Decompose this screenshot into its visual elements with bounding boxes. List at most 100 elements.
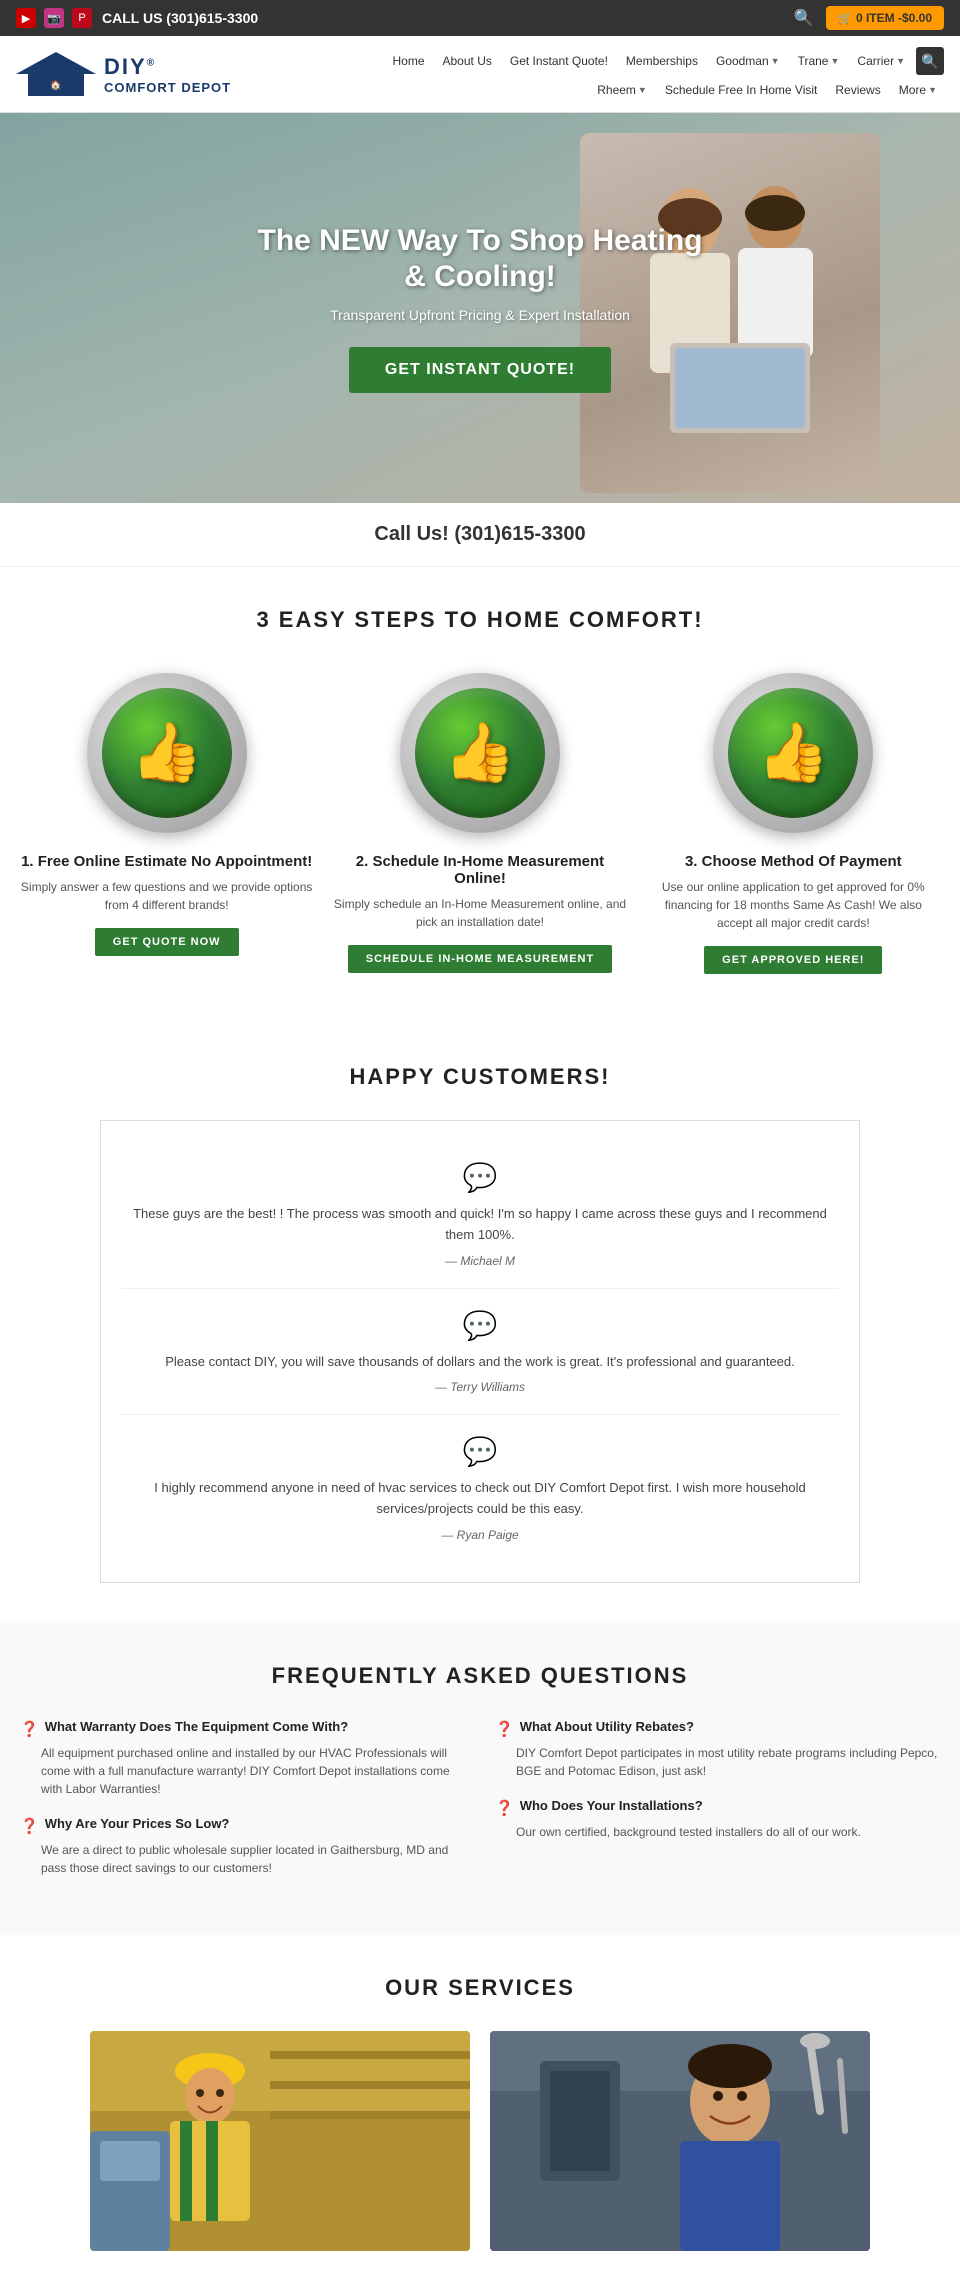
hero-section: The NEW Way To Shop Heating & Cooling! T… bbox=[0, 113, 960, 503]
tools-svg bbox=[490, 2031, 870, 2251]
step-2-button[interactable]: SCHEDULE IN-HOME MEASUREMENT bbox=[348, 945, 612, 973]
testimonial-2: 💬 Please contact DIY, you will save thou… bbox=[121, 1289, 839, 1416]
worker-svg bbox=[90, 2031, 470, 2251]
nav-schedule[interactable]: Schedule Free In Home Visit bbox=[658, 79, 825, 101]
faq-item-1: ❓ What Warranty Does The Equipment Come … bbox=[20, 1719, 465, 1798]
logo-brand: DIY® COMFORT DEPOT bbox=[104, 54, 231, 95]
thumbs-up-1: 👍 bbox=[131, 719, 203, 787]
faq-icon-3: ❓ bbox=[495, 1720, 514, 1738]
tools-image bbox=[490, 2031, 870, 2251]
goodman-chevron: ▼ bbox=[771, 56, 780, 66]
thumbs-up-2: 👍 bbox=[444, 719, 516, 787]
testimonials-title: HAPPY CUSTOMERS! bbox=[20, 1064, 940, 1090]
worker-image bbox=[90, 2031, 470, 2251]
logo-body: 🏠 bbox=[28, 74, 84, 96]
step-1-icon-inner: 👍 bbox=[102, 688, 232, 818]
pinterest-icon[interactable]: P bbox=[72, 8, 92, 28]
steps-title: 3 EASY STEPS TO HOME COMFORT! bbox=[20, 607, 940, 633]
faq-question-4: ❓ Who Does Your Installations? bbox=[495, 1798, 940, 1817]
testimonial-3-author: — Ryan Paige bbox=[121, 1528, 839, 1542]
step-2-card: 👍 2. Schedule In-Home Measurement Online… bbox=[333, 673, 626, 974]
faq-icon-2: ❓ bbox=[20, 1817, 39, 1835]
social-links: ▶ 📷 P bbox=[16, 8, 92, 28]
quote-icon-3: 💬 bbox=[121, 1435, 839, 1468]
hero-title: The NEW Way To Shop Heating & Cooling! bbox=[250, 223, 710, 295]
faq-question-3: ❓ What About Utility Rebates? bbox=[495, 1719, 940, 1738]
call-section: Call Us! (301)615-3300 bbox=[0, 503, 960, 567]
instagram-icon[interactable]: 📷 bbox=[44, 8, 64, 28]
nav-rheem[interactable]: Rheem ▼ bbox=[590, 79, 654, 101]
step-2-icon-wrap: 👍 bbox=[400, 673, 560, 833]
step-3-button[interactable]: GET APPROVED HERE! bbox=[704, 946, 882, 974]
step-2-icon-inner: 👍 bbox=[415, 688, 545, 818]
step-3-number: 3. Choose Method Of Payment bbox=[685, 853, 902, 870]
top-bar-left: ▶ 📷 P CALL US (301)615-3300 bbox=[16, 8, 258, 28]
youtube-icon[interactable]: ▶ bbox=[16, 8, 36, 28]
quote-icon-2: 💬 bbox=[121, 1309, 839, 1342]
faq-answer-2: We are a direct to public wholesale supp… bbox=[20, 1841, 465, 1877]
faq-item-4: ❓ Who Does Your Installations? Our own c… bbox=[495, 1798, 940, 1841]
faq-col-2: ❓ What About Utility Rebates? DIY Comfor… bbox=[495, 1719, 940, 1895]
nav-carrier[interactable]: Carrier ▼ bbox=[850, 50, 912, 72]
nav-row-1: Home About Us Get Instant Quote! Members… bbox=[385, 47, 944, 75]
hero-subtitle: Transparent Upfront Pricing & Expert Ins… bbox=[250, 307, 710, 323]
steps-section: 3 EASY STEPS TO HOME COMFORT! 👍 1. Free … bbox=[0, 567, 960, 1024]
nav-reviews[interactable]: Reviews bbox=[828, 79, 887, 101]
nav-home[interactable]: Home bbox=[385, 50, 431, 72]
cart-button[interactable]: 🛒 0 ITEM -$0.00 bbox=[826, 6, 944, 30]
trane-chevron: ▼ bbox=[830, 56, 839, 66]
hero-content: The NEW Way To Shop Heating & Cooling! T… bbox=[230, 183, 730, 433]
logo-comfort: COMFORT DEPOT bbox=[104, 80, 231, 95]
nav-main: 🏠 DIY® COMFORT DEPOT Home About Us Get I… bbox=[0, 44, 960, 104]
top-bar: ▶ 📷 P CALL US (301)615-3300 🔍 🛒 0 ITEM -… bbox=[0, 0, 960, 36]
steps-grid: 👍 1. Free Online Estimate No Appointment… bbox=[20, 673, 940, 974]
faq-item-2: ❓ Why Are Your Prices So Low? We are a d… bbox=[20, 1816, 465, 1877]
faq-col-1: ❓ What Warranty Does The Equipment Come … bbox=[20, 1719, 465, 1895]
faq-answer-3: DIY Comfort Depot participates in most u… bbox=[495, 1744, 940, 1780]
faq-question-1: ❓ What Warranty Does The Equipment Come … bbox=[20, 1719, 465, 1738]
faq-icon-1: ❓ bbox=[20, 1720, 39, 1738]
nav-memberships[interactable]: Memberships bbox=[619, 50, 705, 72]
services-section: OUR SERVICES bbox=[0, 1935, 960, 2291]
nav-links-wrapper: Home About Us Get Instant Quote! Members… bbox=[385, 47, 944, 101]
top-bar-right: 🔍 🛒 0 ITEM -$0.00 bbox=[794, 6, 944, 30]
carrier-chevron: ▼ bbox=[896, 56, 905, 66]
faq-answer-4: Our own certified, background tested ins… bbox=[495, 1823, 940, 1841]
search-icon[interactable]: 🔍 bbox=[794, 8, 814, 28]
step-1-button[interactable]: GET QUOTE NOW bbox=[95, 928, 239, 956]
testimonial-3: 💬 I highly recommend anyone in need of h… bbox=[121, 1415, 839, 1562]
testimonial-3-text: I highly recommend anyone in need of hva… bbox=[121, 1478, 839, 1520]
service-card-1 bbox=[90, 2031, 470, 2251]
step-3-icon-inner: 👍 bbox=[728, 688, 858, 818]
service-image-1 bbox=[90, 2031, 470, 2251]
services-title: OUR SERVICES bbox=[20, 1975, 940, 2001]
step-3-card: 👍 3. Choose Method Of Payment Use our on… bbox=[647, 673, 940, 974]
hero-cta-button[interactable]: GET INSTANT QUOTE! bbox=[349, 347, 611, 393]
faq-icon-4: ❓ bbox=[495, 1799, 514, 1817]
nav-row-2: Rheem ▼ Schedule Free In Home Visit Revi… bbox=[590, 79, 944, 101]
nav-search-button[interactable]: 🔍 bbox=[916, 47, 944, 75]
faq-section: FREQUENTLY ASKED QUESTIONS ❓ What Warran… bbox=[0, 1623, 960, 1935]
quote-icon-1: 💬 bbox=[121, 1161, 839, 1194]
step-2-number: 2. Schedule In-Home Measurement Online! bbox=[333, 853, 626, 887]
nav-about[interactable]: About Us bbox=[436, 50, 499, 72]
nav-quote[interactable]: Get Instant Quote! bbox=[503, 50, 615, 72]
testimonial-1: 💬 These guys are the best! ! The process… bbox=[121, 1141, 839, 1289]
nav-trane[interactable]: Trane ▼ bbox=[791, 50, 847, 72]
faq-item-3: ❓ What About Utility Rebates? DIY Comfor… bbox=[495, 1719, 940, 1780]
nav-goodman[interactable]: Goodman ▼ bbox=[709, 50, 787, 72]
testimonial-2-text: Please contact DIY, you will save thousa… bbox=[121, 1352, 839, 1373]
faq-grid: ❓ What Warranty Does The Equipment Come … bbox=[20, 1719, 940, 1895]
step-1-icon-wrap: 👍 bbox=[87, 673, 247, 833]
service-image-2 bbox=[490, 2031, 870, 2251]
testimonial-1-author: — Michael M bbox=[121, 1254, 839, 1268]
more-chevron: ▼ bbox=[928, 85, 937, 95]
phone-number: CALL US (301)615-3300 bbox=[102, 10, 258, 26]
logo-roof bbox=[16, 52, 96, 74]
logo[interactable]: 🏠 DIY® COMFORT DEPOT bbox=[16, 44, 231, 104]
faq-title: FREQUENTLY ASKED QUESTIONS bbox=[20, 1663, 940, 1689]
thumbs-up-3: 👍 bbox=[757, 719, 829, 787]
step-3-desc: Use our online application to get approv… bbox=[647, 878, 940, 932]
nav-more[interactable]: More ▼ bbox=[892, 79, 944, 101]
service-card-2 bbox=[490, 2031, 870, 2251]
